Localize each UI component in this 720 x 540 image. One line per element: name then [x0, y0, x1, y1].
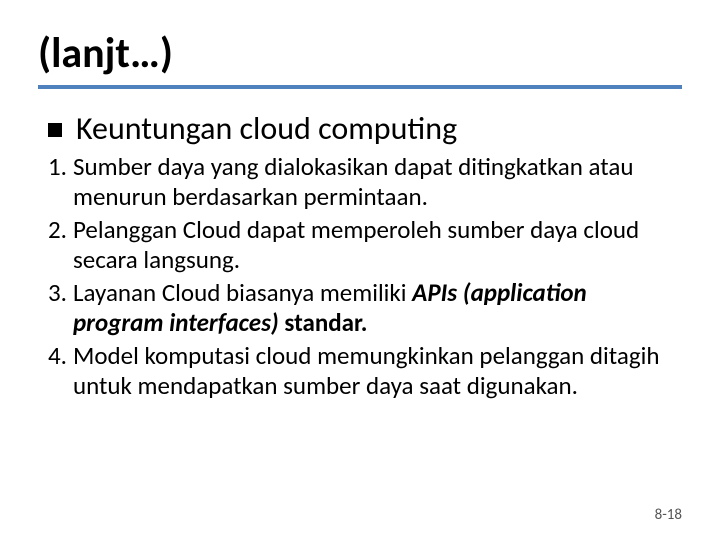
item-text-pre: Layanan Cloud biasanya memiliki: [73, 277, 412, 308]
page-title: (lanjt…): [38, 28, 682, 79]
item-text-post: standar.: [279, 307, 368, 338]
item-text: Layanan Cloud biasanya memiliki APIs (ap…: [73, 278, 682, 339]
item-text: Model komputasi cloud memungkinkan pelan…: [73, 341, 682, 402]
item-number: 3.: [48, 278, 67, 339]
subheading-text: Keuntungan cloud computing: [76, 111, 457, 148]
item-number: 2.: [48, 215, 67, 276]
numbered-list: 1. Sumber daya yang dialokasikan dapat d…: [38, 152, 682, 402]
list-item: 3. Layanan Cloud biasanya memiliki APIs …: [48, 278, 682, 339]
page-number: 8-18: [655, 506, 682, 524]
item-text: Sumber daya yang dialokasikan dapat diti…: [73, 152, 682, 213]
title-underline: [38, 85, 682, 89]
item-text: Pelanggan Cloud dapat memperoleh sumber …: [73, 215, 682, 276]
square-bullet-icon: [48, 123, 62, 137]
list-item: 4. Model komputasi cloud memungkinkan pe…: [48, 341, 682, 402]
item-number: 1.: [48, 152, 67, 213]
list-item: 1. Sumber daya yang dialokasikan dapat d…: [48, 152, 682, 213]
list-item: 2. Pelanggan Cloud dapat memperoleh sumb…: [48, 215, 682, 276]
subheading-row: Keuntungan cloud computing: [38, 111, 682, 148]
item-number: 4.: [48, 341, 67, 402]
